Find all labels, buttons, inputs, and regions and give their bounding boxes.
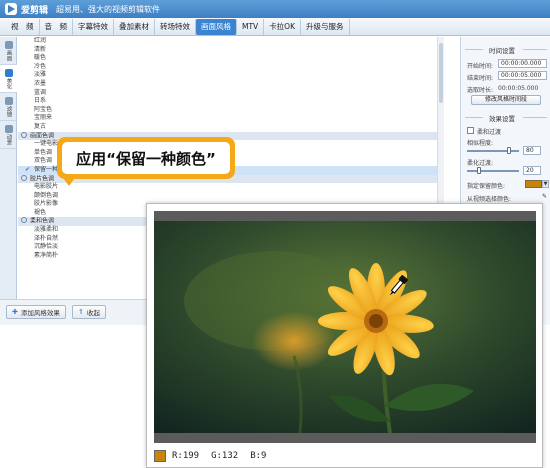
category-label: 胶片色调 <box>30 175 55 182</box>
tab-video[interactable]: 视 频 <box>6 18 40 35</box>
add-effect-icon: ✚ <box>12 308 18 316</box>
divider <box>523 117 547 118</box>
app-slogan: 超易用、强大的视频剪辑软件 <box>56 4 161 14</box>
softness-field[interactable]: 20 <box>523 166 541 175</box>
list-item[interactable]: 阿宝色 <box>18 106 443 115</box>
list-item[interactable]: 浓墨 <box>18 80 443 89</box>
softness-slider-knob[interactable] <box>477 167 481 174</box>
similarity-field[interactable]: 80 <box>523 146 541 155</box>
divider <box>465 49 483 50</box>
divider <box>523 49 547 50</box>
rail-item-filter[interactable]: 滤镜 <box>0 93 17 121</box>
list-item[interactable]: 日系 <box>18 97 443 106</box>
soft-transition-checkbox[interactable] <box>467 127 474 134</box>
rail-item-label: 美化 <box>5 77 12 89</box>
list-item[interactable]: 红润 <box>18 37 443 46</box>
rail-item-label: 动景 <box>5 133 12 145</box>
rail-item-beautify[interactable]: 美化 <box>0 65 17 93</box>
soft-transition-label: 柔和过渡 <box>477 129 502 136</box>
app-logo-icon <box>5 3 17 15</box>
list-item[interactable]: 颠倒色调 <box>18 192 443 201</box>
start-time-label: 开始时间: <box>467 63 494 70</box>
tab-transition-effects[interactable]: 转场特效 <box>155 18 196 35</box>
style-category-rail: 画面 美化 滤镜 动景 <box>0 37 17 325</box>
main-tab-bar: 视 频 音 频 字幕特效 叠加素材 转场特效 画面风格 MTV 卡拉OK 升级与… <box>0 18 550 36</box>
list-item[interactable]: 蓝调 <box>18 89 443 98</box>
time-settings-title: 时间设置 <box>489 47 515 55</box>
category-label: 画面色调 <box>30 132 55 140</box>
duration-value: 00:00:05.000 <box>498 85 539 92</box>
tab-upgrade-service[interactable]: 升级与服务 <box>301 18 350 35</box>
color-picker-preview: R:199 G:132 B:9 <box>146 203 543 468</box>
list-item[interactable]: 清新 <box>18 46 443 55</box>
checkmark-icon: ✔ <box>25 165 31 173</box>
callout-pointer <box>63 178 75 186</box>
modify-style-time-button[interactable]: 修改风格时间段 <box>471 95 541 105</box>
end-time-field[interactable]: 00:00:05.000 <box>498 71 547 80</box>
similarity-slider-knob[interactable] <box>507 147 511 154</box>
collapse-toggle-icon <box>21 174 27 181</box>
keep-color-label: 指定保留颜色: <box>467 183 506 190</box>
pick-from-video-label: 从视频选择颜色: <box>467 196 512 203</box>
tab-overlay-material[interactable]: 叠加素材 <box>114 18 155 35</box>
list-item[interactable]: 电影胶片 <box>18 183 443 192</box>
collapse-up-icon: ⇑ <box>78 308 84 316</box>
preview-frame <box>154 211 536 443</box>
collapse-label: 收起 <box>86 309 100 317</box>
start-time-field[interactable]: 00:00:00.000 <box>498 59 547 68</box>
picture-icon <box>4 40 13 49</box>
rail-item-label: 画面 <box>5 49 12 61</box>
blue-value: B:9 <box>250 451 267 461</box>
end-time-label: 结束时间: <box>467 75 494 82</box>
list-item[interactable]: 宝丽来 <box>18 114 443 123</box>
list-item[interactable]: 冷色 <box>18 63 443 72</box>
beautify-icon <box>4 68 13 77</box>
callout-text: 应用“保留一种颜色” <box>62 142 230 174</box>
add-style-effect-label: 添加风格效果 <box>20 309 60 317</box>
collapse-toggle-icon <box>21 131 27 138</box>
chevron-down-icon[interactable]: ▼ <box>542 180 549 188</box>
red-value: R:199 <box>172 451 200 461</box>
similarity-slider[interactable] <box>467 150 519 152</box>
rail-item-motion[interactable]: 动景 <box>0 121 17 149</box>
rail-item-label: 滤镜 <box>5 105 12 117</box>
green-value: G:132 <box>211 451 239 461</box>
divider <box>465 117 483 118</box>
eyedropper-icon[interactable]: ✎ <box>542 193 549 200</box>
motion-icon <box>4 124 13 133</box>
category-label: 柔和色调 <box>30 217 55 225</box>
tab-audio[interactable]: 音 频 <box>40 18 73 35</box>
keep-color-swatch[interactable] <box>525 180 542 188</box>
tab-karaoke[interactable]: 卡拉OK <box>264 18 302 35</box>
instruction-callout: 应用“保留一种颜色” <box>57 137 235 179</box>
similarity-label: 相似程度: <box>467 140 494 147</box>
add-style-effect-button[interactable]: ✚ 添加风格效果 <box>6 305 66 319</box>
filter-icon <box>4 96 13 105</box>
color-readout: R:199 G:132 B:9 <box>154 449 278 463</box>
app-name: 爱剪辑 <box>21 5 49 16</box>
softness-slider[interactable] <box>467 170 519 172</box>
effect-settings-title: 效果设置 <box>489 115 515 123</box>
duration-label: 选取时长: <box>467 87 494 94</box>
rail-item-picture[interactable]: 画面 <box>0 37 17 65</box>
list-item[interactable]: 淡雅 <box>18 71 443 80</box>
collapse-button[interactable]: ⇑ 收起 <box>72 305 106 319</box>
title-bar: 爱剪辑 超易用、强大的视频剪辑软件 <box>0 0 550 18</box>
flower-photo[interactable] <box>154 221 536 433</box>
list-item[interactable]: 暖色 <box>18 54 443 63</box>
tab-subtitle-effects[interactable]: 字幕特效 <box>73 18 114 35</box>
tab-picture-style[interactable]: 画面风格 <box>196 18 237 35</box>
softness-label: 柔化过渡: <box>467 160 494 167</box>
tab-mtv[interactable]: MTV <box>237 18 265 35</box>
collapse-toggle-icon <box>21 217 27 224</box>
scrollbar-thumb[interactable] <box>439 43 443 103</box>
list-item[interactable]: 复古 <box>18 123 443 132</box>
sampled-color-swatch <box>154 450 166 462</box>
